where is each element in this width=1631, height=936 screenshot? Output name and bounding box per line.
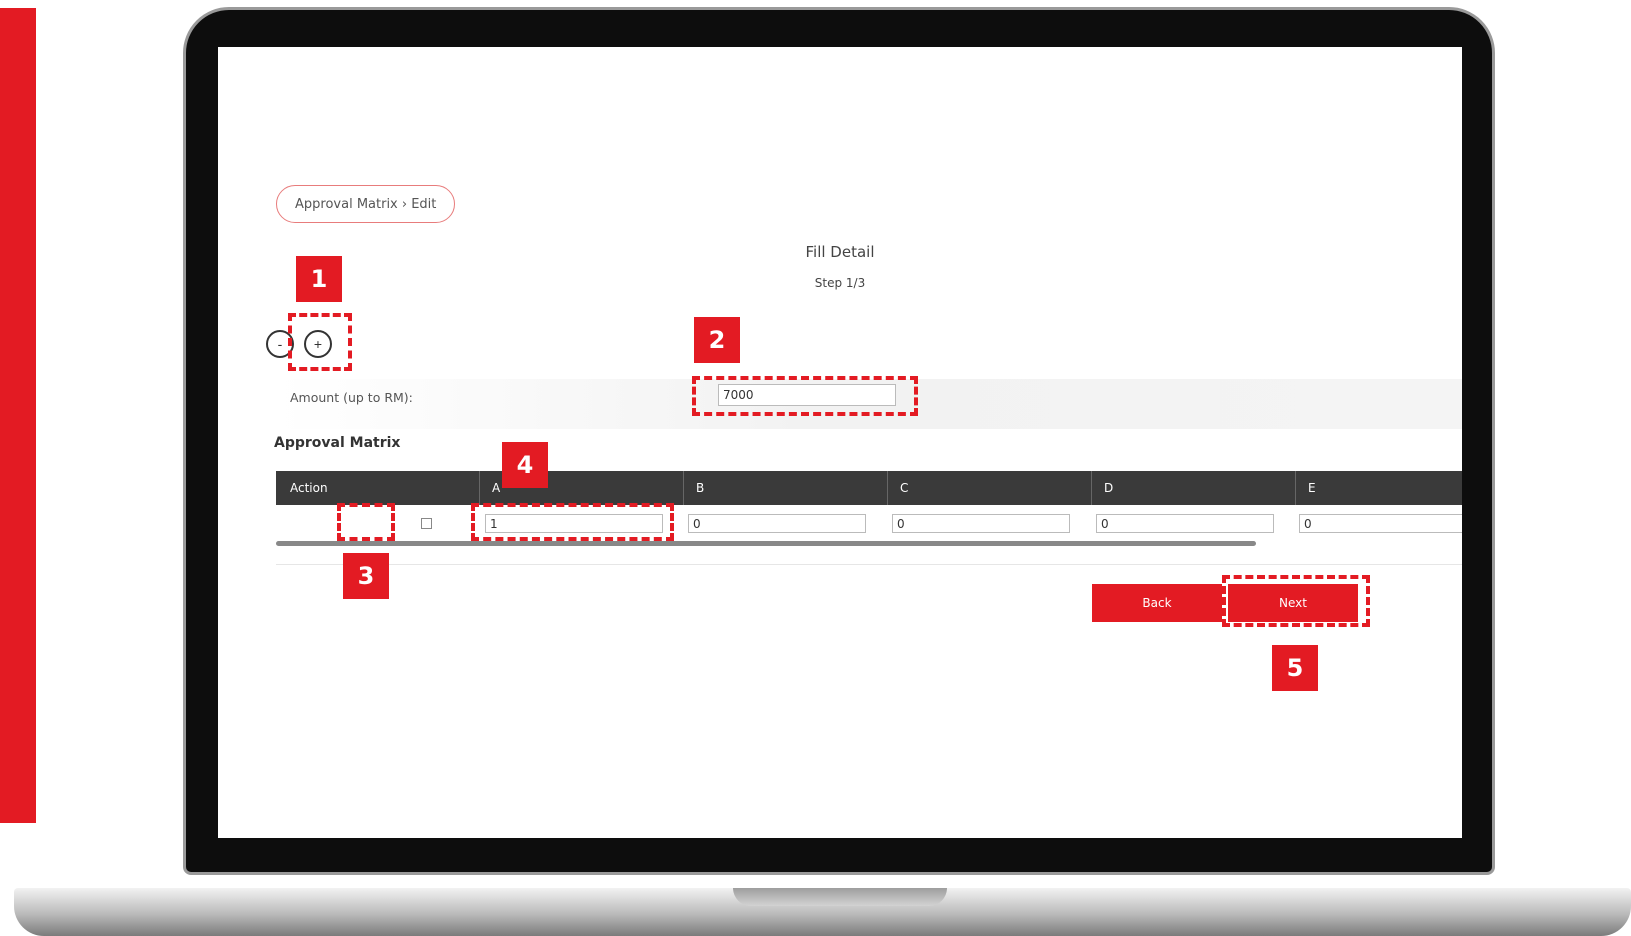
- column-header-c: C: [887, 471, 1091, 505]
- back-button[interactable]: Back: [1092, 584, 1222, 622]
- row-select-checkbox[interactable]: [421, 518, 432, 529]
- matrix-input-e[interactable]: [1299, 514, 1462, 533]
- column-header-action: Action: [290, 481, 328, 495]
- matrix-input-d[interactable]: [1096, 514, 1274, 533]
- callout-box-checkbox: [337, 503, 395, 541]
- divider: [276, 564, 1462, 565]
- matrix-input-b[interactable]: [688, 514, 866, 533]
- column-header-e: E: [1295, 471, 1462, 505]
- column-header-d: D: [1091, 471, 1295, 505]
- callout-badge-4: 4: [502, 442, 548, 488]
- callout-badge-2: 2: [694, 317, 740, 363]
- horizontal-scrollbar[interactable]: [276, 541, 1256, 546]
- callout-box-next-button: [1222, 575, 1370, 627]
- step-indicator: Step 1/3: [814, 276, 866, 290]
- page-title: Fill Detail: [805, 243, 875, 261]
- callout-badge-3: 3: [343, 553, 389, 599]
- decorative-red-bar: [0, 8, 36, 823]
- callout-badge-5: 5: [1272, 645, 1318, 691]
- callout-badge-1: 1: [296, 256, 342, 302]
- column-header-b: B: [683, 471, 887, 505]
- breadcrumb[interactable]: Approval Matrix › Edit: [276, 185, 456, 223]
- table-row: [276, 505, 1462, 539]
- amount-label: Amount (up to RM):: [290, 390, 413, 405]
- matrix-table-header: Action A B C D E: [276, 471, 1462, 505]
- callout-box-add-button: [288, 313, 352, 371]
- laptop-notch: [733, 888, 947, 906]
- approval-matrix-title: Approval Matrix: [274, 435, 401, 451]
- matrix-input-c[interactable]: [892, 514, 1070, 533]
- callout-box-matrix-input: [471, 503, 674, 541]
- callout-box-amount: [692, 376, 918, 416]
- app-screen: Approval Matrix › Edit Fill Detail Step …: [218, 47, 1462, 838]
